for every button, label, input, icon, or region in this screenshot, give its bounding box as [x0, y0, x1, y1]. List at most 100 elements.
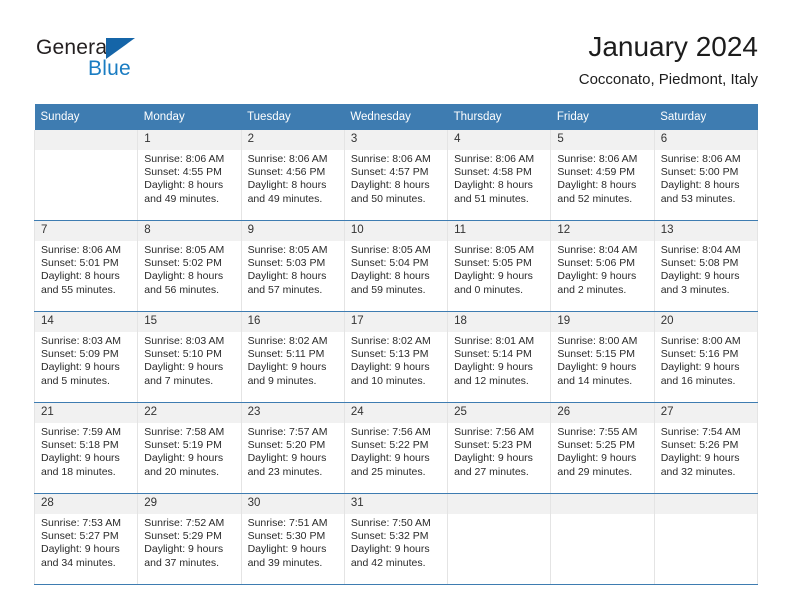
day-number: 1 — [138, 130, 241, 150]
daylight-text-line2: and 53 minutes. — [660, 192, 736, 205]
day-info: Sunrise: 8:06 AM Sunset: 5:00 PM Dayligh… — [655, 150, 757, 206]
day-cell[interactable]: 6 Sunrise: 8:06 AM Sunset: 5:00 PM Dayli… — [653, 130, 759, 221]
day-cell[interactable]: 5 Sunrise: 8:06 AM Sunset: 4:59 PM Dayli… — [550, 130, 655, 221]
daylight-text-line2: and 52 minutes. — [557, 192, 633, 205]
calendar-week-row: 28 Sunrise: 7:53 AM Sunset: 5:27 PM Dayl… — [33, 493, 759, 585]
day-cell[interactable]: 18 Sunrise: 8:01 AM Sunset: 5:14 PM Dayl… — [447, 311, 552, 403]
day-cell[interactable]: 31 Sunrise: 7:50 AM Sunset: 5:32 PM Dayl… — [343, 493, 449, 585]
day-info: Sunrise: 8:00 AM Sunset: 5:16 PM Dayligh… — [655, 332, 757, 388]
day-info: Sunrise: 7:56 AM Sunset: 5:22 PM Dayligh… — [345, 423, 447, 479]
day-number: 16 — [241, 312, 344, 332]
day-cell[interactable]: 27 Sunrise: 7:54 AM Sunset: 5:26 PM Dayl… — [653, 402, 759, 494]
daylight-text-line2: and 7 minutes. — [144, 374, 214, 387]
day-cell[interactable]: 7 Sunrise: 8:06 AM Sunset: 5:01 PM Dayli… — [33, 220, 139, 312]
day-cell[interactable]: 25 Sunrise: 7:56 AM Sunset: 5:23 PM Dayl… — [447, 402, 552, 494]
daylight-text-line1: Daylight: 8 hours — [350, 270, 430, 283]
day-info: Sunrise: 7:56 AM Sunset: 5:23 PM Dayligh… — [448, 423, 550, 479]
day-info: Sunrise: 8:02 AM Sunset: 5:11 PM Dayligh… — [242, 332, 344, 388]
daylight-text-line1: Daylight: 9 hours — [144, 361, 224, 374]
day-number: 24 — [344, 403, 448, 423]
day-cell[interactable]: 11 Sunrise: 8:05 AM Sunset: 5:05 PM Dayl… — [447, 220, 552, 312]
calendar-week-row: 1 Sunrise: 8:06 AM Sunset: 4:55 PM Dayli… — [33, 130, 759, 221]
day-number: 8 — [138, 221, 241, 241]
daylight-text-line2: and 16 minutes. — [660, 374, 736, 387]
day-number: 14 — [35, 312, 138, 332]
day-cell[interactable]: 24 Sunrise: 7:56 AM Sunset: 5:22 PM Dayl… — [343, 402, 449, 494]
day-cell[interactable]: 19 Sunrise: 8:00 AM Sunset: 5:15 PM Dayl… — [550, 311, 655, 403]
daylight-text-line1: Daylight: 8 hours — [660, 179, 740, 192]
daylight-text-line1: Daylight: 9 hours — [41, 361, 120, 374]
sunrise-text: Sunrise: 7:50 AM — [350, 517, 431, 529]
day-cell[interactable]: 2 Sunrise: 8:06 AM Sunset: 4:56 PM Dayli… — [240, 130, 345, 221]
sunrise-text: Sunrise: 7:54 AM — [660, 426, 741, 438]
day-cell[interactable]: 16 Sunrise: 8:02 AM Sunset: 5:11 PM Dayl… — [240, 311, 345, 403]
daylight-text-line1: Daylight: 9 hours — [660, 270, 740, 283]
day-cell[interactable] — [33, 130, 139, 221]
daylight-text-line1: Daylight: 9 hours — [247, 361, 327, 374]
day-number: 13 — [654, 221, 757, 241]
day-info: Sunrise: 8:00 AM Sunset: 5:15 PM Dayligh… — [551, 332, 653, 388]
day-info: Sunrise: 8:06 AM Sunset: 4:56 PM Dayligh… — [242, 150, 344, 206]
day-cell[interactable] — [550, 493, 655, 585]
day-cell[interactable]: 26 Sunrise: 7:55 AM Sunset: 5:25 PM Dayl… — [550, 402, 655, 494]
day-number — [35, 130, 138, 150]
day-cell[interactable]: 12 Sunrise: 8:04 AM Sunset: 5:06 PM Dayl… — [550, 220, 655, 312]
day-cell[interactable]: 23 Sunrise: 7:57 AM Sunset: 5:20 PM Dayl… — [240, 402, 345, 494]
day-cell[interactable]: 9 Sunrise: 8:05 AM Sunset: 5:03 PM Dayli… — [240, 220, 345, 312]
daylight-text-line1: Daylight: 9 hours — [41, 543, 120, 556]
daylight-text-line2: and 39 minutes. — [247, 556, 323, 569]
sunset-text: Sunset: 5:11 PM — [247, 348, 325, 361]
day-info: Sunrise: 7:59 AM Sunset: 5:18 PM Dayligh… — [35, 423, 137, 479]
sunrise-text: Sunrise: 7:52 AM — [144, 517, 225, 529]
daylight-text-line1: Daylight: 8 hours — [350, 179, 430, 192]
sunrise-text: Sunrise: 8:06 AM — [454, 153, 535, 165]
day-cell[interactable]: 20 Sunrise: 8:00 AM Sunset: 5:16 PM Dayl… — [653, 311, 759, 403]
daylight-text-line2: and 12 minutes. — [454, 374, 529, 387]
sunset-text: Sunset: 5:08 PM — [660, 257, 739, 270]
daylight-text-line1: Daylight: 8 hours — [41, 270, 120, 283]
daylight-text-line2: and 23 minutes. — [247, 465, 323, 478]
day-cell[interactable] — [653, 493, 759, 585]
day-cell[interactable]: 21 Sunrise: 7:59 AM Sunset: 5:18 PM Dayl… — [33, 402, 139, 494]
day-info: Sunrise: 8:03 AM Sunset: 5:10 PM Dayligh… — [138, 332, 240, 388]
day-cell[interactable]: 30 Sunrise: 7:51 AM Sunset: 5:30 PM Dayl… — [240, 493, 345, 585]
sunset-text: Sunset: 4:59 PM — [557, 166, 636, 179]
daylight-text-line1: Daylight: 8 hours — [247, 179, 327, 192]
sunset-text: Sunset: 5:10 PM — [144, 348, 222, 361]
general-blue-logo: General Blue — [36, 36, 216, 88]
day-cell[interactable]: 17 Sunrise: 8:02 AM Sunset: 5:13 PM Dayl… — [343, 311, 449, 403]
day-cell[interactable]: 28 Sunrise: 7:53 AM Sunset: 5:27 PM Dayl… — [33, 493, 139, 585]
daylight-text-line2: and 29 minutes. — [557, 465, 633, 478]
day-info: Sunrise: 7:51 AM Sunset: 5:30 PM Dayligh… — [242, 514, 344, 570]
day-info — [448, 514, 550, 517]
day-cell[interactable]: 1 Sunrise: 8:06 AM Sunset: 4:55 PM Dayli… — [137, 130, 242, 221]
sunset-text: Sunset: 5:19 PM — [144, 439, 222, 452]
logo-triangle-icon — [106, 38, 135, 59]
daylight-text-line2: and 51 minutes. — [454, 192, 529, 205]
weekday-header-wednesday: Wednesday — [344, 104, 448, 130]
sunset-text: Sunset: 5:22 PM — [350, 439, 429, 452]
day-number: 5 — [551, 130, 654, 150]
day-cell[interactable]: 4 Sunrise: 8:06 AM Sunset: 4:58 PM Dayli… — [447, 130, 552, 221]
day-cell[interactable]: 22 Sunrise: 7:58 AM Sunset: 5:19 PM Dayl… — [137, 402, 242, 494]
day-cell[interactable] — [447, 493, 552, 585]
weekday-header-sunday: Sunday — [34, 104, 138, 130]
weekday-header-tuesday: Tuesday — [241, 104, 345, 130]
sunrise-text: Sunrise: 7:56 AM — [454, 426, 535, 438]
day-cell[interactable]: 29 Sunrise: 7:52 AM Sunset: 5:29 PM Dayl… — [137, 493, 242, 585]
day-cell[interactable]: 15 Sunrise: 8:03 AM Sunset: 5:10 PM Dayl… — [137, 311, 242, 403]
day-number: 28 — [35, 494, 138, 514]
sunset-text: Sunset: 5:15 PM — [557, 348, 636, 361]
sunset-text: Sunset: 5:20 PM — [247, 439, 326, 452]
day-number: 6 — [654, 130, 757, 150]
day-number: 21 — [35, 403, 138, 423]
day-cell[interactable]: 10 Sunrise: 8:05 AM Sunset: 5:04 PM Dayl… — [343, 220, 449, 312]
day-info: Sunrise: 7:54 AM Sunset: 5:26 PM Dayligh… — [655, 423, 757, 479]
day-cell[interactable]: 8 Sunrise: 8:05 AM Sunset: 5:02 PM Dayli… — [137, 220, 242, 312]
sunrise-text: Sunrise: 8:02 AM — [350, 335, 431, 347]
day-cell[interactable]: 3 Sunrise: 8:06 AM Sunset: 4:57 PM Dayli… — [343, 130, 449, 221]
day-info — [655, 514, 757, 517]
day-cell[interactable]: 14 Sunrise: 8:03 AM Sunset: 5:09 PM Dayl… — [33, 311, 139, 403]
daylight-text-line1: Daylight: 9 hours — [144, 452, 224, 465]
day-cell[interactable]: 13 Sunrise: 8:04 AM Sunset: 5:08 PM Dayl… — [653, 220, 759, 312]
